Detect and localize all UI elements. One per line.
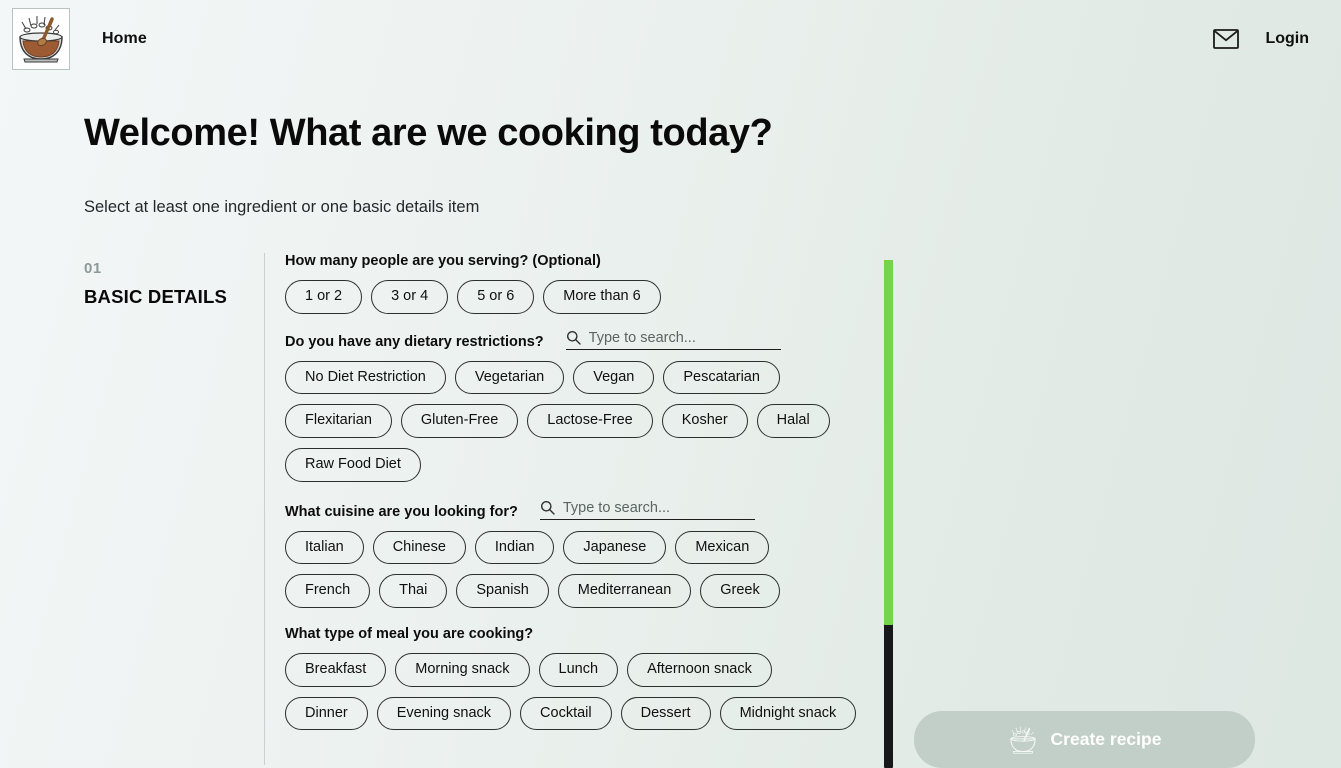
option-pill-group-cuisine: Italian Chinese Indian Japanese Mexican …	[285, 530, 860, 609]
option-pill[interactable]: Flexitarian	[285, 404, 392, 439]
option-pill[interactable]: Cocktail	[520, 696, 612, 731]
progress-rail-track[interactable]	[884, 260, 893, 768]
option-pill[interactable]: Dessert	[620, 696, 711, 731]
question-header: How many people are you serving? (Option…	[285, 253, 860, 269]
option-pill[interactable]: 3 or 4	[371, 280, 449, 314]
option-pill-group-serving-size: 1 or 2 3 or 4 5 or 6 More than 6	[285, 280, 860, 314]
option-pill[interactable]: Vegan	[573, 360, 655, 395]
option-pill[interactable]: Thai	[379, 574, 448, 609]
question-label: Do you have any dietary restrictions?	[285, 333, 544, 350]
option-pill[interactable]: Pescatarian	[663, 360, 780, 395]
cuisine-search-input[interactable]	[562, 499, 748, 516]
step-label-basic-details[interactable]: BASIC DETAILS	[84, 286, 264, 308]
option-pill[interactable]: Breakfast	[285, 653, 387, 687]
option-pill[interactable]: French	[285, 574, 371, 609]
question-label: How many people are you serving? (Option…	[285, 253, 601, 269]
question-cuisine: What cuisine are you looking for? Italia…	[285, 499, 860, 609]
question-header: What cuisine are you looking for?	[285, 499, 860, 520]
option-pill[interactable]: Mediterranean	[557, 574, 692, 609]
option-pill-group-meal-type: Breakfast Morning snack Lunch Afternoon …	[285, 653, 860, 731]
question-meal-type: What type of meal you are cooking? Break…	[285, 626, 860, 731]
page-subtitle: Select at least one ingredient or one ba…	[84, 198, 480, 216]
page-title: Welcome! What are we cooking today?	[84, 112, 773, 154]
wizard-container: 01 BASIC DETAILS How many people are you…	[0, 253, 1341, 765]
option-pill[interactable]: Lunch	[538, 653, 619, 687]
create-recipe-button[interactable]: Create recipe	[914, 711, 1255, 768]
salad-bowl-logo-icon[interactable]	[12, 8, 70, 70]
option-pill[interactable]: Greek	[700, 574, 780, 609]
option-pill[interactable]: No Diet Restriction	[285, 360, 446, 395]
login-link[interactable]: Login	[1265, 30, 1309, 48]
option-pill[interactable]: 5 or 6	[457, 280, 535, 314]
question-dietary-restrictions: Do you have any dietary restrictions? No…	[285, 329, 860, 482]
option-pill[interactable]: Chinese	[372, 530, 466, 565]
dietary-search-input[interactable]	[588, 329, 774, 346]
cuisine-search-wrapper	[539, 499, 755, 520]
site-header: Home Login	[0, 0, 1341, 78]
option-pill[interactable]: Afternoon snack	[627, 653, 772, 687]
question-header: What type of meal you are cooking?	[285, 626, 860, 642]
option-pill[interactable]: Halal	[756, 404, 830, 439]
option-pill[interactable]: Dinner	[285, 696, 368, 731]
header-actions: Login	[1213, 29, 1309, 49]
mail-envelope-icon[interactable]	[1213, 29, 1240, 49]
question-label: What type of meal you are cooking?	[285, 626, 534, 643]
option-pill[interactable]: Lactose-Free	[527, 404, 653, 439]
option-pill[interactable]: Morning snack	[395, 653, 530, 687]
option-pill[interactable]: Vegetarian	[454, 360, 565, 395]
option-pill[interactable]: 1 or 2	[285, 280, 363, 314]
option-pill[interactable]: Indian	[474, 530, 555, 565]
search-icon	[566, 330, 581, 345]
option-pill[interactable]: Italian	[285, 530, 364, 565]
option-pill-group-dietary: No Diet Restriction Vegetarian Vegan Pes…	[285, 360, 860, 482]
question-serving-size: How many people are you serving? (Option…	[285, 253, 860, 314]
salad-bowl-icon	[1008, 725, 1038, 755]
option-pill[interactable]: Raw Food Diet	[285, 448, 421, 482]
questions-column: How many people are you serving? (Option…	[265, 253, 890, 765]
step-number: 01	[84, 260, 102, 277]
question-label: What cuisine are you looking for?	[285, 503, 518, 520]
option-pill[interactable]: Mexican	[675, 530, 770, 565]
step-indicator-column: 01 BASIC DETAILS	[84, 253, 264, 765]
search-icon	[540, 500, 555, 515]
question-header: Do you have any dietary restrictions?	[285, 329, 860, 350]
option-pill[interactable]: Evening snack	[376, 696, 512, 731]
option-pill[interactable]: Spanish	[456, 574, 549, 609]
option-pill[interactable]: Japanese	[563, 530, 667, 565]
create-recipe-label: Create recipe	[1050, 729, 1162, 749]
progress-rail-fill	[884, 260, 893, 625]
nav-link-home[interactable]: Home	[102, 30, 147, 48]
dietary-search-wrapper	[565, 329, 781, 350]
option-pill[interactable]: Kosher	[661, 404, 748, 439]
option-pill[interactable]: Midnight snack	[719, 696, 857, 731]
option-pill[interactable]: Gluten-Free	[400, 404, 519, 439]
option-pill[interactable]: More than 6	[543, 280, 661, 314]
